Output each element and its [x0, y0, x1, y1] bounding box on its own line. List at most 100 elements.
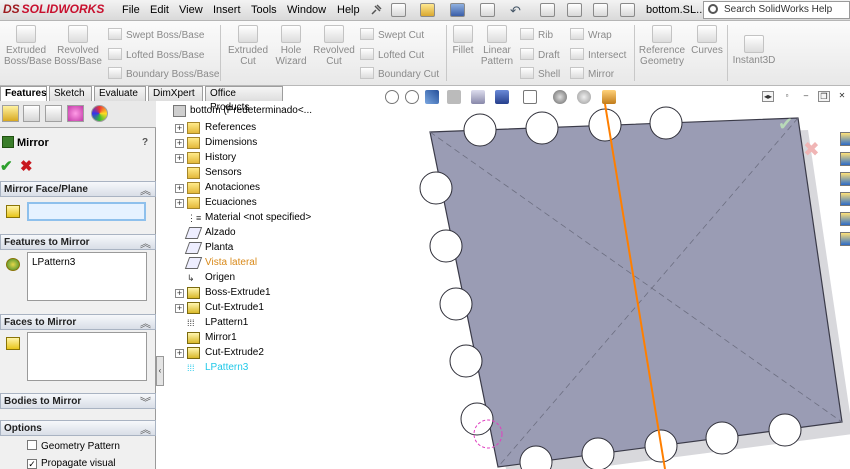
print-icon[interactable]: [480, 3, 495, 17]
reference-geometry-button[interactable]: Reference Geometry: [637, 25, 687, 67]
confirm-ok-icon[interactable]: ✔: [778, 114, 793, 134]
lofted-cut-button[interactable]: Lofted Cut: [360, 48, 424, 61]
display-style-icon[interactable]: [495, 90, 509, 104]
extruded-boss-button[interactable]: Extruded Boss/Base: [4, 25, 52, 67]
rebuild-icon[interactable]: [567, 3, 582, 17]
tab-evaluate[interactable]: Evaluate: [94, 86, 146, 101]
expand-icon[interactable]: +: [175, 289, 184, 298]
tab-dimxpert[interactable]: DimXpert: [148, 86, 203, 101]
edit-appearance-icon[interactable]: [553, 90, 567, 104]
instant3d-button[interactable]: Instant3D: [730, 35, 778, 66]
select-icon[interactable]: [540, 3, 555, 17]
hide-show-items-icon[interactable]: [523, 90, 537, 104]
property-manager-icon[interactable]: [23, 105, 40, 122]
tab-features[interactable]: Features: [0, 86, 47, 101]
menu-window[interactable]: Window: [287, 4, 326, 16]
view-palette-icon[interactable]: [840, 192, 850, 206]
restore-window-icon[interactable]: ❐: [818, 91, 830, 102]
menu-help[interactable]: Help: [337, 4, 360, 16]
zoom-to-fit-icon[interactable]: [385, 90, 399, 104]
menu-tools[interactable]: Tools: [251, 4, 277, 16]
previous-view-icon[interactable]: [425, 90, 439, 104]
options-icon[interactable]: [620, 3, 635, 17]
file-explorer-icon[interactable]: [840, 172, 850, 186]
expand-chevron-icon[interactable]: ︾: [140, 394, 151, 410]
fillet-button[interactable]: Fillet: [449, 25, 477, 56]
propagate-visual-checkbox[interactable]: ✓ Propagate visual: [27, 458, 116, 469]
restore-split-icon[interactable]: ▫: [781, 91, 793, 102]
graphics-viewport[interactable]: ✔ ✖: [380, 104, 850, 469]
expand-icon[interactable]: +: [175, 184, 184, 193]
view-settings-icon[interactable]: [602, 90, 616, 104]
rib-button[interactable]: Rib: [520, 28, 553, 41]
menu-edit[interactable]: Edit: [150, 4, 169, 16]
boundary-cut-button[interactable]: Boundary Cut: [360, 67, 439, 80]
feature-manager-icon[interactable]: [2, 105, 19, 122]
zoom-to-area-icon[interactable]: [405, 90, 419, 104]
boundary-boss-button[interactable]: Boundary Boss/Base: [108, 67, 219, 80]
tab-sketch[interactable]: Sketch: [49, 86, 92, 101]
swept-boss-button[interactable]: Swept Boss/Base: [108, 28, 204, 41]
expand-icon[interactable]: +: [175, 349, 184, 358]
file-properties-icon[interactable]: [593, 3, 608, 17]
collapse-chevron-icon[interactable]: ︽: [140, 315, 151, 331]
expand-icon[interactable]: +: [175, 304, 184, 313]
undo-icon[interactable]: ↶: [510, 3, 525, 18]
open-folder-icon[interactable]: [420, 3, 435, 17]
faces-to-mirror-list[interactable]: [27, 332, 147, 381]
configuration-manager-icon[interactable]: [45, 105, 62, 122]
group-bodies-to-mirror[interactable]: Bodies to Mirror ︾: [0, 393, 156, 409]
revolved-boss-button[interactable]: Revolved Boss/Base: [54, 25, 102, 67]
group-options[interactable]: Options ︽: [0, 420, 156, 436]
cancel-button[interactable]: ✖: [20, 157, 33, 175]
intersect-button[interactable]: Intersect: [570, 48, 626, 61]
group-features-to-mirror[interactable]: Features to Mirror ︽: [0, 234, 156, 250]
tab-office-products[interactable]: Office Products: [205, 86, 283, 113]
checkbox[interactable]: [27, 440, 37, 450]
solidworks-logo[interactable]: DS SOLIDWORKS: [3, 2, 104, 19]
draft-button[interactable]: Draft: [520, 48, 560, 61]
menu-view[interactable]: View: [179, 4, 203, 16]
view-orientation-icon[interactable]: [471, 90, 485, 104]
confirm-cancel-icon[interactable]: ✖: [803, 139, 820, 161]
panel-collapse-handle[interactable]: ‹: [156, 356, 164, 386]
hole-wizard-button[interactable]: Hole Wizard: [272, 25, 310, 67]
menu-insert[interactable]: Insert: [213, 4, 241, 16]
mirror-face-plane-field[interactable]: [27, 202, 146, 221]
checkbox-checked[interactable]: ✓: [27, 459, 37, 469]
minimize-window-icon[interactable]: –: [800, 91, 812, 102]
expand-icon[interactable]: +: [175, 139, 184, 148]
curves-button[interactable]: Curves: [690, 25, 724, 56]
collapse-chevron-icon[interactable]: ︽: [140, 235, 151, 251]
lofted-boss-button[interactable]: Lofted Boss/Base: [108, 48, 204, 61]
group-faces-to-mirror[interactable]: Faces to Mirror ︽: [0, 314, 156, 330]
collapse-chevron-icon[interactable]: ︽: [140, 182, 151, 198]
menu-file[interactable]: File: [122, 4, 140, 16]
custom-properties-icon[interactable]: [840, 232, 850, 246]
shell-button[interactable]: Shell: [520, 67, 560, 80]
help-icon[interactable]: ?: [142, 137, 148, 148]
features-to-mirror-list[interactable]: LPattern3: [27, 252, 147, 301]
search-help-input[interactable]: Search SolidWorks Help: [703, 1, 850, 19]
expand-icon[interactable]: +: [175, 199, 184, 208]
extruded-cut-button[interactable]: Extruded Cut: [226, 25, 270, 67]
wrap-button[interactable]: Wrap: [570, 28, 612, 41]
collapse-chevron-icon[interactable]: ︽: [140, 421, 151, 437]
design-library-icon[interactable]: [840, 152, 850, 166]
pin-icon[interactable]: [369, 3, 384, 17]
appearances-icon[interactable]: [840, 212, 850, 226]
solidworks-resources-icon[interactable]: [840, 132, 850, 146]
group-mirror-face-plane[interactable]: Mirror Face/Plane ︽: [0, 181, 156, 197]
apply-scene-icon[interactable]: [577, 90, 591, 104]
new-document-icon[interactable]: [391, 3, 406, 17]
list-item[interactable]: LPattern3: [32, 257, 75, 268]
swept-cut-button[interactable]: Swept Cut: [360, 28, 424, 41]
revolved-cut-button[interactable]: Revolved Cut: [312, 25, 356, 67]
geometry-pattern-checkbox[interactable]: Geometry Pattern: [27, 440, 120, 452]
ok-button[interactable]: ✔: [0, 157, 13, 175]
display-manager-icon[interactable]: [91, 105, 108, 122]
section-view-icon[interactable]: [447, 90, 461, 104]
expand-icon[interactable]: +: [175, 124, 184, 133]
save-icon[interactable]: [450, 3, 465, 17]
close-window-icon[interactable]: ✕: [836, 91, 848, 102]
